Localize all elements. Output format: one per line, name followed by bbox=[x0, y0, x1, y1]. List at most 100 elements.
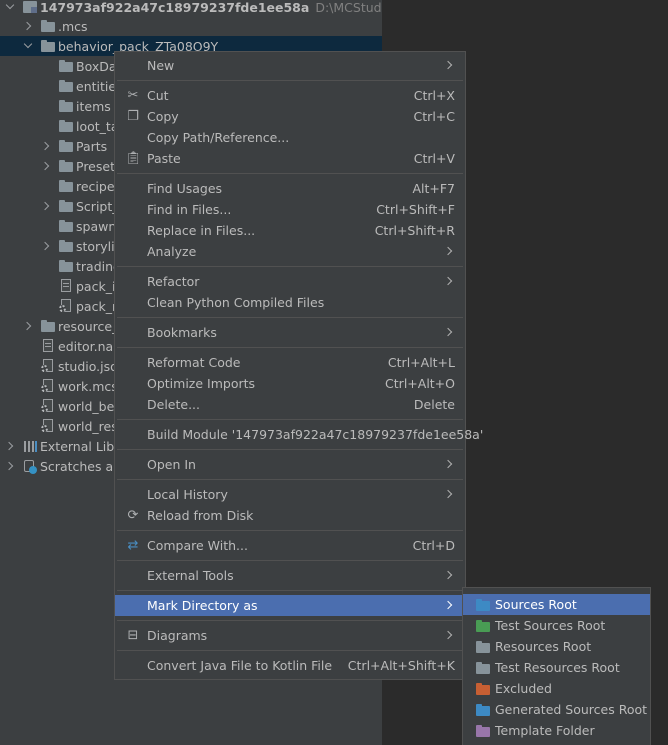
chevron-down-icon[interactable] bbox=[22, 40, 34, 52]
chevron-right-icon bbox=[443, 276, 453, 286]
copy-icon: ❐ bbox=[127, 109, 139, 124]
folder-icon bbox=[40, 318, 56, 334]
chevron-right-icon[interactable] bbox=[22, 20, 34, 32]
menu-item-copy[interactable]: ❐ Copy Ctrl+C bbox=[115, 106, 465, 127]
menu-item-reformat-code[interactable]: Reformat Code Ctrl+Alt+L bbox=[115, 352, 465, 373]
menu-separator bbox=[117, 80, 463, 81]
chevron-down-icon[interactable] bbox=[4, 1, 16, 13]
menu-item-label: External Tools bbox=[147, 568, 234, 583]
submenu-item-sources-root[interactable]: Sources Root bbox=[463, 594, 650, 615]
submenu-item-test-sources-root[interactable]: Test Sources Root bbox=[463, 615, 650, 636]
tree-item-mcs[interactable]: .mcs bbox=[0, 16, 382, 36]
submenu-item-test-resources-root[interactable]: Test Resources Root bbox=[463, 657, 650, 678]
menu-item-label: Clean Python Compiled Files bbox=[147, 295, 325, 310]
menu-item-compare-with[interactable]: ⇄ Compare With... Ctrl+D bbox=[115, 535, 465, 556]
chevron-right-icon[interactable] bbox=[40, 200, 52, 212]
chevron-right-icon bbox=[443, 327, 453, 337]
menu-separator bbox=[117, 560, 463, 561]
menu-item-label: Refactor bbox=[147, 274, 200, 289]
menu-item-label: Reformat Code bbox=[147, 355, 241, 370]
compare-icon: ⇄ bbox=[127, 538, 139, 553]
module-folder-icon bbox=[22, 0, 38, 15]
menu-item-mark-directory-as[interactable]: Mark Directory as bbox=[115, 595, 465, 616]
menu-item-label: Diagrams bbox=[147, 628, 208, 643]
paste-icon: 📋︎ bbox=[125, 151, 142, 166]
menu-item-label: Local History bbox=[147, 487, 228, 502]
submenu-item-template-folder[interactable]: Template Folder bbox=[463, 720, 650, 741]
tree-item-label: .mcs bbox=[58, 18, 88, 34]
submenu-item-excluded[interactable]: Excluded bbox=[463, 678, 650, 699]
menu-item-diagrams[interactable]: ⊟ Diagrams bbox=[115, 625, 465, 646]
tree-item-label: world_res bbox=[58, 418, 118, 434]
menu-item-label: New bbox=[147, 58, 175, 73]
menu-item-label: Cut bbox=[147, 88, 169, 103]
chevron-right-icon[interactable] bbox=[40, 140, 52, 152]
menu-item-cut[interactable]: ✂ Cut Ctrl+X bbox=[115, 85, 465, 106]
chevron-right-icon bbox=[443, 489, 453, 499]
chevron-right-icon bbox=[443, 630, 453, 640]
menu-item-replace-in-files[interactable]: Replace in Files... Ctrl+Shift+R bbox=[115, 220, 465, 241]
menu-item-clean-python[interactable]: Clean Python Compiled Files bbox=[115, 292, 465, 313]
menu-item-label: Compare With... bbox=[147, 538, 248, 553]
menu-item-shortcut: Ctrl+Alt+O bbox=[385, 376, 455, 391]
mark-directory-submenu: Sources Root Test Sources Root Resources… bbox=[462, 587, 651, 745]
menu-item-analyze[interactable]: Analyze bbox=[115, 241, 465, 262]
menu-item-refactor[interactable]: Refactor bbox=[115, 271, 465, 292]
submenu-item-generated-sources-root[interactable]: Generated Sources Root bbox=[463, 699, 650, 720]
menu-item-shortcut: Ctrl+Alt+Shift+K bbox=[347, 658, 455, 673]
menu-item-build-module[interactable]: Build Module '147973af922a47c18979237fde… bbox=[115, 424, 483, 445]
menu-item-shortcut: Delete bbox=[413, 397, 455, 412]
file-icon bbox=[58, 278, 74, 294]
menu-item-shortcut: Ctrl+Shift+F bbox=[376, 202, 455, 217]
template-folder-icon bbox=[475, 723, 491, 739]
menu-item-external-tools[interactable]: External Tools bbox=[115, 565, 465, 586]
sources-root-folder-icon bbox=[475, 597, 491, 613]
menu-item-label: Reload from Disk bbox=[147, 508, 254, 523]
menu-item-convert-java-kotlin[interactable]: Convert Java File to Kotlin File Ctrl+Al… bbox=[115, 655, 465, 676]
menu-separator bbox=[117, 173, 463, 174]
folder-icon bbox=[58, 178, 74, 194]
menu-item-label: Open In bbox=[147, 457, 196, 472]
menu-separator bbox=[117, 419, 463, 420]
tree-item-label: studio.jso bbox=[58, 358, 118, 374]
config-file-icon bbox=[40, 418, 56, 434]
chevron-right-icon[interactable] bbox=[4, 440, 16, 452]
submenu-item-label: Test Resources Root bbox=[495, 660, 620, 675]
menu-item-copy-path[interactable]: Copy Path/Reference... bbox=[115, 127, 465, 148]
menu-item-shortcut: Ctrl+C bbox=[413, 109, 455, 124]
menu-item-reload-from-disk[interactable]: ⟳ Reload from Disk bbox=[115, 505, 465, 526]
menu-item-local-history[interactable]: Local History bbox=[115, 484, 465, 505]
menu-item-label: Optimize Imports bbox=[147, 376, 256, 391]
tree-root[interactable]: 147973af922a47c18979237fde1ee58a D:\MCSt… bbox=[0, 0, 382, 17]
folder-icon bbox=[58, 138, 74, 154]
submenu-item-resources-root[interactable]: Resources Root bbox=[463, 636, 650, 657]
menu-item-optimize-imports[interactable]: Optimize Imports Ctrl+Alt+O bbox=[115, 373, 465, 394]
menu-item-bookmarks[interactable]: Bookmarks bbox=[115, 322, 465, 343]
menu-item-open-in[interactable]: Open In bbox=[115, 454, 465, 475]
tree-item-label: items bbox=[76, 98, 111, 114]
chevron-right-icon[interactable] bbox=[40, 240, 52, 252]
chevron-right-icon[interactable] bbox=[4, 460, 16, 472]
menu-item-delete[interactable]: Delete... Delete bbox=[115, 394, 465, 415]
menu-item-new[interactable]: New bbox=[115, 55, 465, 76]
diagram-icon: ⊟ bbox=[127, 628, 139, 643]
chevron-right-icon[interactable] bbox=[40, 160, 52, 172]
menu-item-paste[interactable]: 📋︎ Paste Ctrl+V bbox=[115, 148, 465, 169]
tree-item-label: world_beh bbox=[58, 398, 123, 414]
menu-separator bbox=[117, 620, 463, 621]
submenu-item-label: Generated Sources Root bbox=[495, 702, 648, 717]
submenu-item-label: Sources Root bbox=[495, 597, 577, 612]
config-file-icon bbox=[40, 378, 56, 394]
chevron-right-icon[interactable] bbox=[22, 320, 34, 332]
menu-item-find-usages[interactable]: Find Usages Alt+F7 bbox=[115, 178, 465, 199]
tree-item-label: loot_ta bbox=[76, 118, 119, 134]
menu-item-label: Paste bbox=[147, 151, 181, 166]
menu-separator bbox=[117, 530, 463, 531]
menu-item-label: Find in Files... bbox=[147, 202, 232, 217]
menu-item-label: Delete... bbox=[147, 397, 200, 412]
tree-item-label: Parts bbox=[76, 138, 108, 154]
context-menu: New ✂ Cut Ctrl+X ❐ Copy Ctrl+C Copy Path… bbox=[114, 51, 483, 680]
folder-icon bbox=[58, 238, 74, 254]
menu-item-shortcut: Ctrl+D bbox=[412, 538, 455, 553]
menu-item-find-in-files[interactable]: Find in Files... Ctrl+Shift+F bbox=[115, 199, 465, 220]
